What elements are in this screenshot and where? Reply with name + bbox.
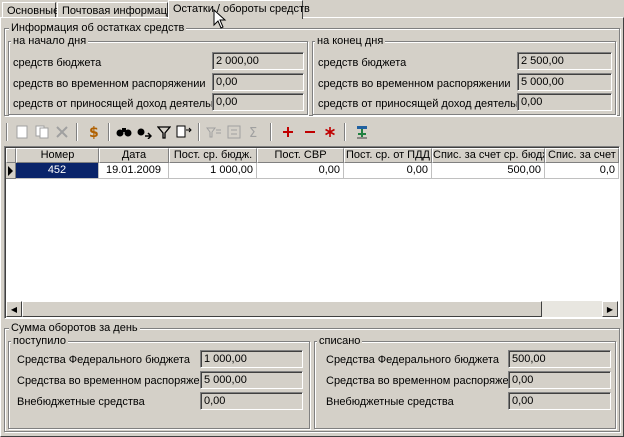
written-off-extrabudget-label: Внебюджетные средства (326, 396, 454, 408)
pin-icon[interactable] (352, 123, 372, 141)
tab-main[interactable]: Основные (2, 2, 60, 18)
tab-balances-turnover[interactable]: Остатки / обороты средств (168, 0, 310, 19)
filter-icon[interactable] (154, 123, 174, 141)
remove-icon[interactable] (300, 123, 320, 141)
end-temporary-field[interactable]: 5 000,00 (517, 73, 612, 91)
money-icon[interactable]: $ (84, 123, 104, 141)
column-header-budget-received[interactable]: Пост. ср. бюдж. (169, 148, 257, 163)
tab-bar: Основные Почтовая информация Остатки / о… (0, 0, 624, 19)
toolbar-separator (6, 123, 8, 141)
start-budget-label: средств бюджета (13, 57, 102, 69)
calc-icon[interactable] (224, 123, 244, 141)
written-off-extrabudget-field[interactable]: 0,00 (508, 392, 611, 410)
start-budget-field[interactable]: 2 000,00 (212, 52, 304, 70)
end-income-label: средств от приносящей доход деятельности (318, 98, 545, 110)
column-header-pdd-received[interactable]: Пост. ср. от ПДД (344, 148, 432, 163)
written-off-federal-field[interactable]: 500,00 (508, 350, 611, 368)
toolbar-separator (344, 123, 346, 141)
turnover-group-title: Сумма оборотов за день (9, 322, 140, 334)
copy-icon[interactable] (32, 123, 52, 141)
new-icon[interactable] (12, 123, 32, 141)
add-icon[interactable] (278, 123, 298, 141)
tab-mail-info-label: Почтовая информация (62, 5, 179, 17)
export-icon[interactable] (174, 123, 194, 141)
received-temporary-field[interactable]: 5 000,00 (200, 371, 303, 389)
table-cell-budget-written-off[interactable]: 500,00 (432, 163, 545, 179)
start-of-day-title: на начало дня (11, 35, 89, 47)
asterisk-icon[interactable] (320, 123, 340, 141)
received-federal-field[interactable]: 1 000,00 (200, 350, 303, 368)
end-budget-label: средств бюджета (318, 57, 407, 69)
sum-icon[interactable]: Σ (244, 123, 264, 141)
scroll-left-icon[interactable]: ◀ (6, 301, 22, 317)
row-indicator[interactable] (6, 163, 16, 179)
column-header-date[interactable]: Дата (99, 148, 169, 163)
received-title: поступило (11, 335, 68, 347)
table-cell-date[interactable]: 19.01.2009 (99, 163, 169, 179)
received-extrabudget-label: Внебюджетные средства (17, 396, 145, 408)
received-temporary-label: Средства во временном распоряжении (17, 375, 218, 387)
start-income-field[interactable]: 0,00 (212, 93, 304, 111)
end-budget-field[interactable]: 2 500,00 (517, 52, 612, 70)
balances-group-title: Информация об остатках средств (9, 22, 187, 34)
svg-text:Σ: Σ (249, 126, 257, 139)
received-extrabudget-field[interactable]: 0,00 (200, 392, 303, 410)
table-cell-number[interactable]: 452 (16, 163, 99, 179)
tab-balances-turnover-label: Остатки / обороты средств (173, 3, 310, 15)
column-header-budget-written-off[interactable]: Спис. за счет ср. бюдж. (432, 148, 545, 163)
toolbar-separator (198, 123, 200, 141)
scroll-thumb[interactable] (22, 301, 542, 317)
tab-mail-info[interactable]: Почтовая информация (57, 2, 179, 18)
start-temporary-field[interactable]: 0,00 (212, 73, 304, 91)
table-cell-pdd-received[interactable]: 0,00 (344, 163, 432, 179)
toolbar: $ Σ (4, 121, 620, 143)
table-cell-budget-received[interactable]: 1 000,00 (169, 163, 257, 179)
scroll-right-icon[interactable]: ▶ (602, 301, 618, 317)
filter-edit-icon[interactable] (204, 123, 224, 141)
written-off-title: списано (317, 335, 363, 347)
written-off-federal-label: Средства Федерального бюджета (326, 354, 499, 366)
data-grid: Номер Дата Пост. ср. бюдж. Пост. СВР Пос… (4, 146, 620, 319)
end-income-field[interactable]: 0,00 (517, 93, 612, 111)
end-temporary-label: средств во временном распоряжении (318, 78, 511, 90)
start-income-label: средств от приносящей доход деятельности (13, 98, 240, 110)
received-federal-label: Средства Федерального бюджета (17, 354, 190, 366)
column-header-svr-written-off[interactable]: Спис. за счет СВР (545, 148, 619, 163)
find-next-icon[interactable] (134, 123, 154, 141)
toolbar-separator (108, 123, 110, 141)
toolbar-separator (270, 123, 272, 141)
toolbar-separator (76, 123, 78, 141)
written-off-temporary-field[interactable]: 0,00 (508, 371, 611, 389)
table-cell-svr-written-off[interactable]: 0,0 (545, 163, 619, 179)
column-header-svr-received[interactable]: Пост. СВР (257, 148, 344, 163)
grid-corner (6, 148, 16, 163)
start-temporary-label: средств во временном распоряжении (13, 78, 206, 90)
table-cell-svr-received[interactable]: 0,00 (257, 163, 344, 179)
column-header-number[interactable]: Номер (16, 148, 99, 163)
mouse-cursor-icon (213, 8, 227, 29)
end-of-day-title: на конец дня (315, 35, 386, 47)
written-off-temporary-label: Средства во временном распоряжении (326, 375, 527, 387)
horizontal-scrollbar[interactable]: ◀ ▶ (6, 301, 618, 317)
tab-main-label: Основные (7, 5, 60, 17)
svg-text:$: $ (89, 125, 99, 140)
find-icon[interactable] (114, 123, 134, 141)
delete-icon[interactable] (52, 123, 72, 141)
